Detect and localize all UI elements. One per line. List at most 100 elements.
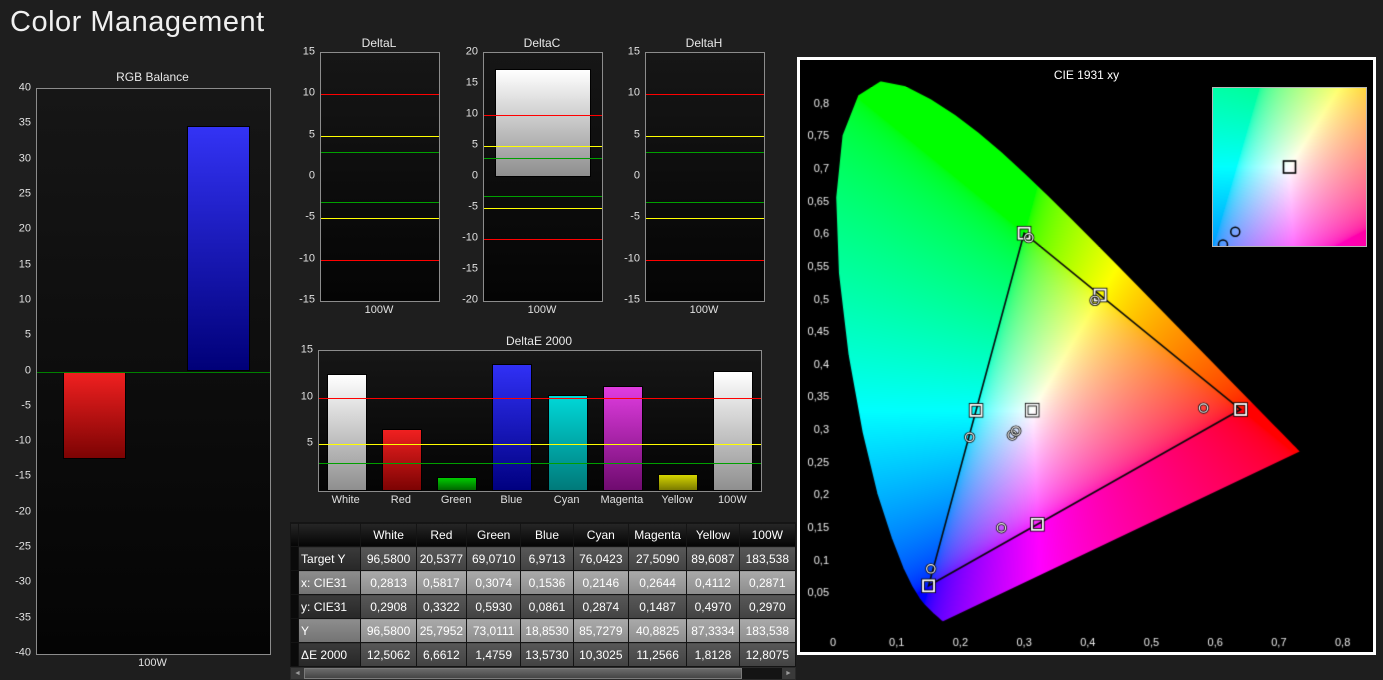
reference-line <box>646 218 764 220</box>
table-cell: 87,3334 <box>686 618 740 643</box>
white-bar <box>326 374 367 491</box>
x-axis-label: 100W <box>138 657 167 669</box>
table-cell: 1,4759 <box>466 642 522 667</box>
table-cell: 0,2874 <box>572 594 629 619</box>
row-gutter <box>289 594 300 619</box>
y-axis-tick-label: 0 <box>633 169 640 182</box>
table-horizontal-scrollbar[interactable]: ◄ ► <box>290 667 796 680</box>
scrollbar-left-arrow-icon[interactable]: ◄ <box>291 668 304 679</box>
table-cell: 12,8075 <box>738 642 797 667</box>
y-axis-tick-label: 5 <box>24 328 31 341</box>
cyan-bar <box>547 394 588 491</box>
table-cell: 6,9713 <box>520 546 574 571</box>
reference-line <box>321 259 439 261</box>
row-label: Target Y <box>298 546 362 571</box>
table-cell: 20,5377 <box>415 546 468 571</box>
reference-line <box>646 201 764 203</box>
column-header-white: White <box>360 522 417 547</box>
y-axis-tick-label: -15 <box>624 293 640 306</box>
table-cell: 0,4112 <box>686 570 740 595</box>
reference-line <box>321 94 439 96</box>
table-cell: 0,0861 <box>520 594 574 619</box>
plot-area <box>483 52 603 302</box>
plot-area <box>318 350 762 492</box>
corner-header <box>298 522 362 547</box>
green-bar <box>437 477 478 491</box>
row-label: Y <box>298 618 362 643</box>
y-axis-tick-label: -5 <box>630 210 640 223</box>
reference-line <box>646 94 764 96</box>
y-axis-tick-label: 15 <box>627 45 640 58</box>
column-header-cyan: Cyan <box>572 522 629 547</box>
table-row-target-y: Target Y 96,5800 20,5377 69,0710 6,9713 76,04… <box>289 546 797 571</box>
x-axis-category-label: Yellow <box>661 494 693 506</box>
y-axis-tick-label: -5 <box>305 210 315 223</box>
table-cell: 0,2644 <box>627 570 688 595</box>
red-bar <box>62 371 126 460</box>
reference-line <box>321 201 439 203</box>
y-axis-tick-label: -15 <box>299 293 315 306</box>
reference-line <box>319 397 761 399</box>
table-cell: 18,8530 <box>520 618 574 643</box>
y-axis-tick-label: 15 <box>18 258 31 271</box>
table-cell: 10,3025 <box>572 642 629 667</box>
delta-h-chart: DeltaH 15 10 5 0 -5 -10 -15 100W <box>615 34 771 324</box>
y-axis-tick-label: 10 <box>627 86 640 99</box>
table-cell: 40,8825 <box>627 618 688 643</box>
y-axis-tick-label: 5 <box>308 128 315 141</box>
row-gutter <box>289 570 300 595</box>
plot-area <box>320 52 440 302</box>
rgb-balance-chart: RGB Balance 40 35 30 25 20 15 10 5 0 -5 -10 -15 -20 -2… <box>8 58 274 678</box>
table-cell: 183,538 <box>738 546 797 571</box>
page-title: Color Management <box>10 6 265 38</box>
y-axis-tick-label: 25 <box>18 187 31 200</box>
table-cell: 85,7279 <box>572 618 629 643</box>
table-cell: 96,5800 <box>360 546 417 571</box>
reference-line <box>646 135 764 137</box>
table-cell: 27,5090 <box>627 546 688 571</box>
reference-line <box>321 135 439 137</box>
y-axis-tick-label: 30 <box>18 152 31 165</box>
reference-line <box>484 158 602 160</box>
table-header-row: White Red Green Blue Cyan Magenta Yellow 100W <box>289 522 797 547</box>
reference-line <box>484 208 602 209</box>
table-row-δe-2000: ΔE 2000 12,5062 6,6612 1,4759 13,5730 10,3025… <box>289 642 797 667</box>
table-cell: 0,1487 <box>627 594 688 619</box>
delta-c-chart: DeltaC 20 15 10 5 0 -5 -10 -15 -20 100W <box>453 34 609 324</box>
y-axis-tick-label: 15 <box>302 45 315 58</box>
y-axis-tick-label: 0 <box>308 169 315 182</box>
scrollbar-thumb[interactable] <box>304 668 742 679</box>
y-axis-tick-label: 0 <box>471 169 478 182</box>
row-gutter <box>289 642 300 667</box>
cie-white-point-inset <box>1212 87 1367 247</box>
table-cell: 69,0710 <box>466 546 522 571</box>
table-cell: 89,6087 <box>686 546 740 571</box>
reference-line <box>321 218 439 220</box>
measurement-grid: White Red Green Blue Cyan Magenta Yellow 100W Ta… <box>289 522 797 667</box>
table-cell: 11,2566 <box>627 642 688 667</box>
color-management-window: Color Management RGB Balance 40 35 30 25 20 15… <box>0 0 1383 680</box>
deltae-chart-title: DeltaE 2000 <box>505 334 573 348</box>
table-row-y: Y 96,5800 25,7952 73,0111 18,8530 85,7279 40,8… <box>289 618 797 643</box>
table-cell: 73,0111 <box>466 618 522 643</box>
reference-line <box>484 115 602 116</box>
table-cell: 0,3074 <box>466 570 522 595</box>
table-row-x:-cie31: x: CIE31 0,2813 0,5817 0,3074 0,1536 0,2146 0,… <box>289 570 797 595</box>
y-axis-tick-label: 5 <box>633 128 640 141</box>
deltac-bar <box>494 68 592 177</box>
x-axis-category-label: Magenta <box>600 494 644 506</box>
red-bar <box>381 428 422 491</box>
scrollbar-right-arrow-icon[interactable]: ► <box>782 668 795 679</box>
y-axis-tick-label: -10 <box>462 231 478 244</box>
column-header-100w: 100W <box>738 522 797 547</box>
table-cell: 0,1536 <box>520 570 574 595</box>
reference-line <box>484 146 602 147</box>
y-axis-tick-label: 10 <box>18 293 31 306</box>
table-row-y:-cie31: y: CIE31 0,2908 0,3322 0,5930 0,0861 0,2874 0,… <box>289 594 797 619</box>
table-cell: 6,6612 <box>415 642 468 667</box>
y-axis-tick-label: -5 <box>468 200 478 213</box>
x-axis-category-label: 100W <box>718 494 747 506</box>
x-axis-category-label: Blue <box>500 494 523 506</box>
row-label: y: CIE31 <box>298 594 362 619</box>
table-cell: 12,5062 <box>360 642 417 667</box>
